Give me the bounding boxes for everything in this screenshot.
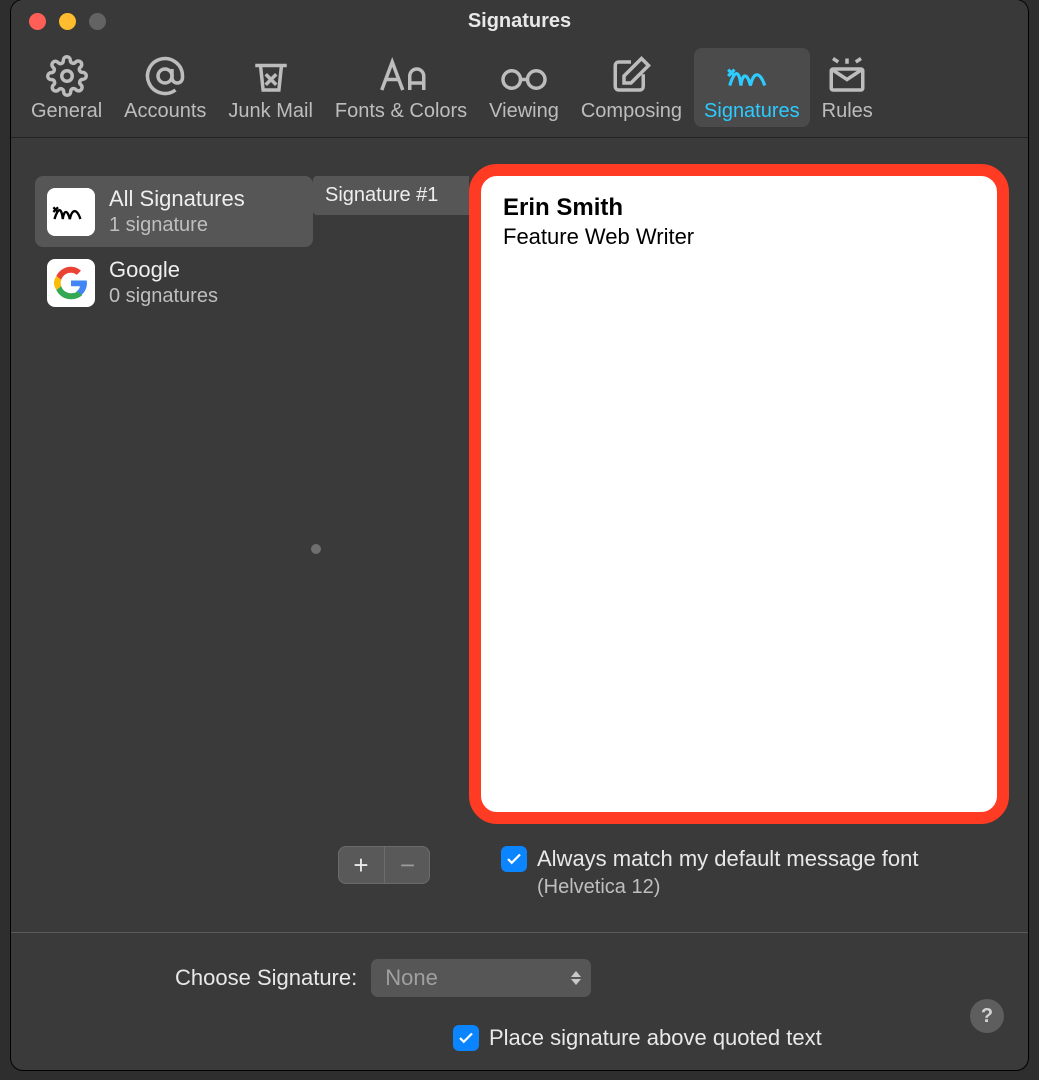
- trash-icon: [250, 54, 292, 98]
- account-name: Google: [109, 257, 218, 283]
- signature-icon: [725, 54, 779, 98]
- window-title: Signatures: [11, 10, 1028, 33]
- place-above-row: Place signature above quoted text: [35, 1025, 1004, 1051]
- gear-icon: [46, 54, 88, 98]
- choose-signature-value: None: [385, 965, 438, 990]
- signature-editor-column: Erin Smith Feature Web Writer: [469, 152, 1028, 908]
- place-above-checkbox[interactable]: [453, 1025, 479, 1051]
- preferences-toolbar: General Accounts Junk Mail Fonts & Color…: [11, 42, 1028, 138]
- window-controls: [29, 13, 106, 30]
- compose-icon: [610, 54, 652, 98]
- match-font-row: Always match my default message font (He…: [501, 846, 919, 899]
- tab-label: Junk Mail: [228, 100, 312, 123]
- account-all-signatures[interactable]: All Signatures 1 signature: [35, 176, 313, 247]
- tab-viewing[interactable]: Viewing: [479, 48, 569, 127]
- rules-icon: [826, 54, 868, 98]
- help-button[interactable]: ?: [970, 999, 1004, 1033]
- place-above-label: Place signature above quoted text: [489, 1025, 822, 1051]
- match-font-sub: (Helvetica 12): [537, 876, 919, 899]
- match-font-checkbox[interactable]: [501, 846, 527, 872]
- preferences-window: Signatures General Accounts Junk Mail F: [11, 0, 1028, 1070]
- tab-label: Accounts: [124, 100, 206, 123]
- tab-label: Rules: [822, 100, 873, 123]
- match-font-label: Always match my default message font: [537, 846, 919, 872]
- zoom-window-button[interactable]: [89, 13, 106, 30]
- add-signature-button[interactable]: +: [338, 846, 384, 884]
- signature-list-item[interactable]: Signature #1: [313, 176, 469, 215]
- signature-icon: [47, 188, 95, 236]
- account-name: All Signatures: [109, 186, 245, 212]
- account-google[interactable]: Google 0 signatures: [35, 247, 313, 318]
- glasses-icon: [497, 54, 551, 98]
- tab-label: Signatures: [704, 100, 800, 123]
- tab-label: Viewing: [489, 100, 559, 123]
- tab-label: General: [31, 100, 102, 123]
- choose-signature-row: Choose Signature: None: [35, 959, 1004, 997]
- tab-junk-mail[interactable]: Junk Mail: [218, 48, 322, 127]
- close-window-button[interactable]: [29, 13, 46, 30]
- signatures-body: All Signatures 1 signature Google 0 sign…: [11, 152, 1028, 908]
- signature-line-title: Feature Web Writer: [503, 224, 975, 250]
- remove-signature-button[interactable]: −: [384, 846, 430, 884]
- tab-rules[interactable]: Rules: [812, 48, 883, 127]
- signature-editor[interactable]: Erin Smith Feature Web Writer: [469, 164, 1009, 824]
- tab-signatures[interactable]: Signatures: [694, 48, 810, 127]
- signature-line-name: Erin Smith: [503, 194, 975, 222]
- at-sign-icon: [144, 54, 186, 98]
- google-icon: [47, 259, 95, 307]
- tab-general[interactable]: General: [21, 48, 112, 127]
- font-icon: [374, 54, 428, 98]
- bottom-bar: Choose Signature: None Place signature a…: [11, 932, 1028, 1051]
- add-remove-control: + −: [338, 846, 430, 884]
- tab-composing[interactable]: Composing: [571, 48, 692, 127]
- choose-signature-label: Choose Signature:: [175, 965, 357, 991]
- choose-signature-select[interactable]: None: [371, 959, 591, 997]
- account-count: 1 signature: [109, 214, 245, 237]
- tab-label: Fonts & Colors: [335, 100, 467, 123]
- signature-list-column: Signature #1: [313, 152, 469, 908]
- accounts-column: All Signatures 1 signature Google 0 sign…: [11, 152, 313, 908]
- minimize-window-button[interactable]: [59, 13, 76, 30]
- tab-accounts[interactable]: Accounts: [114, 48, 216, 127]
- column-resize-indicator[interactable]: [311, 544, 321, 554]
- chevron-up-down-icon: [571, 971, 581, 985]
- account-count: 0 signatures: [109, 285, 218, 308]
- tab-fonts-colors[interactable]: Fonts & Colors: [325, 48, 477, 127]
- signature-list-controls: + −: [338, 846, 430, 884]
- titlebar: Signatures: [11, 0, 1028, 42]
- tab-label: Composing: [581, 100, 682, 123]
